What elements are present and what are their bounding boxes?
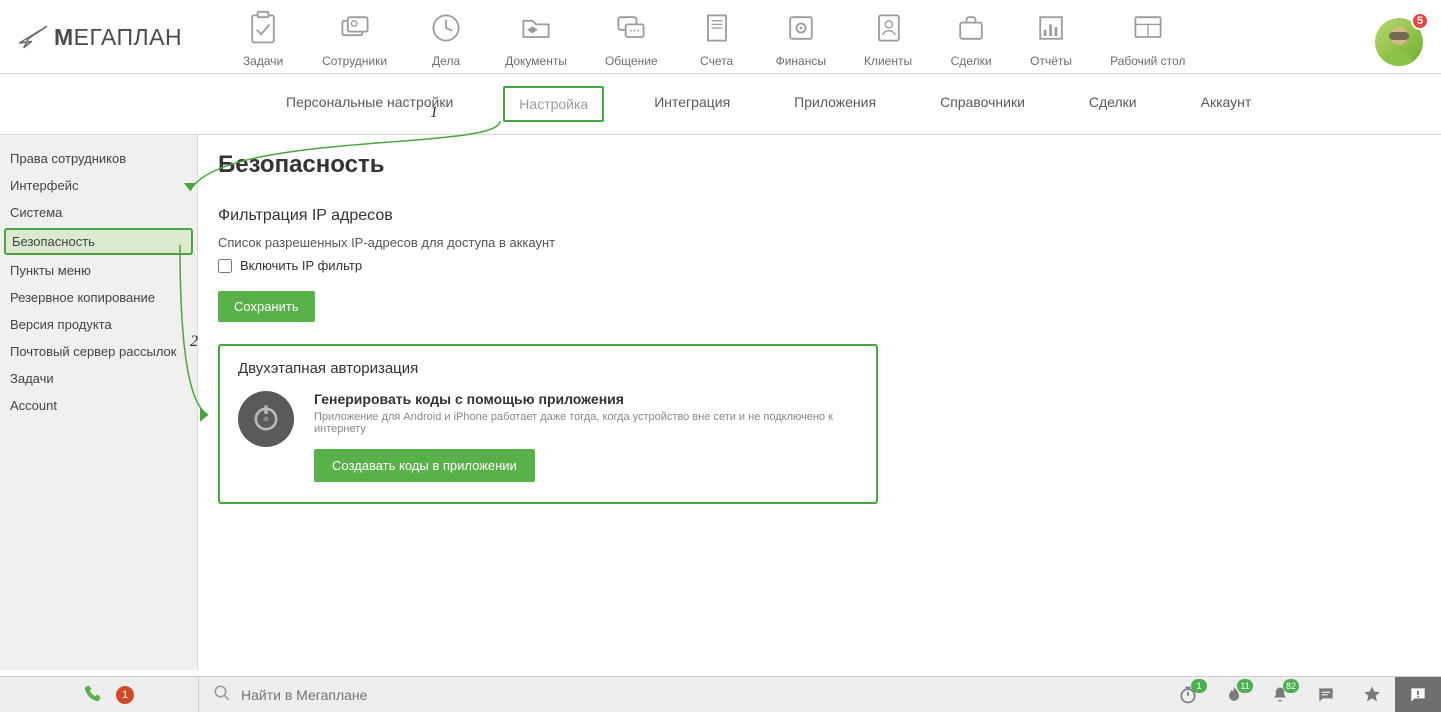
sidebar-item-mail[interactable]: Почтовый сервер рассылок bbox=[0, 338, 197, 365]
star-icon[interactable] bbox=[1349, 677, 1395, 712]
search-input[interactable] bbox=[241, 687, 1151, 703]
ip-filter-label: Включить IP фильтр bbox=[240, 258, 362, 273]
subnav-integration[interactable]: Интеграция bbox=[640, 86, 744, 122]
phone-icon[interactable] bbox=[84, 684, 102, 705]
dashboard-icon bbox=[1127, 8, 1169, 48]
nav-label: Отчёты bbox=[1030, 54, 1072, 68]
folder-icon bbox=[515, 8, 557, 48]
subnav-settings[interactable]: Настройка bbox=[503, 86, 604, 122]
id-cards-icon bbox=[334, 8, 376, 48]
bell-badge: 82 bbox=[1283, 679, 1299, 693]
subnav-apps[interactable]: Приложения bbox=[780, 86, 890, 122]
two-factor-box: Двухэтапная авторизация Генерировать код… bbox=[218, 344, 878, 504]
nav-clients[interactable]: Клиенты bbox=[864, 8, 912, 68]
bottom-right-icons: 1 11 82 bbox=[1165, 677, 1441, 712]
nav-tasks[interactable]: Задачи bbox=[242, 8, 284, 68]
nav-deals-clock[interactable]: Дела bbox=[425, 8, 467, 68]
receipt-icon bbox=[696, 8, 738, 48]
sidebar-item-menu[interactable]: Пункты меню bbox=[0, 257, 197, 284]
nav-label: Сотрудники bbox=[322, 54, 387, 68]
ip-filter-row[interactable]: Включить IP фильтр bbox=[218, 258, 1417, 273]
nav-invoices[interactable]: Счета bbox=[696, 8, 738, 68]
content-area: Безопасность Фильтрация IP адресов Списо… bbox=[198, 135, 1441, 670]
sidebar-item-permissions[interactable]: Права сотрудников bbox=[0, 145, 197, 172]
logo-icon bbox=[18, 22, 48, 52]
nav-label: Сделки bbox=[951, 54, 992, 68]
briefcase-icon bbox=[950, 8, 992, 48]
authenticator-icon bbox=[238, 391, 294, 447]
logo-text: МЕГАПЛАН bbox=[54, 24, 182, 51]
annotation-one: 1 bbox=[430, 104, 438, 122]
bar-chart-icon bbox=[1030, 8, 1072, 48]
logo[interactable]: МЕГАПЛАН bbox=[18, 22, 182, 52]
nav-label: Задачи bbox=[243, 54, 283, 68]
address-book-icon bbox=[867, 8, 909, 48]
body-area: Права сотрудников Интерфейс Система Безо… bbox=[0, 135, 1441, 670]
nav-finance[interactable]: Финансы bbox=[776, 8, 826, 68]
sidebar-item-system[interactable]: Система bbox=[0, 199, 197, 226]
nav-label: Финансы bbox=[776, 54, 826, 68]
nav-chat[interactable]: Общение bbox=[605, 8, 658, 68]
twofa-title: Двухэтапная авторизация bbox=[238, 360, 858, 377]
sub-nav: Персональные настройки Настройка Интегра… bbox=[0, 74, 1441, 135]
annotation-two: 2 bbox=[190, 333, 198, 351]
subnav-personal[interactable]: Персональные настройки bbox=[272, 86, 467, 122]
avatar-badge: 5 bbox=[1411, 12, 1429, 30]
timer-icon[interactable]: 1 bbox=[1165, 677, 1211, 712]
message-icon[interactable] bbox=[1303, 677, 1349, 712]
nav-reports[interactable]: Отчёты bbox=[1030, 8, 1072, 68]
clock-icon bbox=[425, 8, 467, 48]
nav-documents[interactable]: Документы bbox=[505, 8, 567, 68]
nav-label: Счета bbox=[700, 54, 733, 68]
twofa-desc: Приложение для Android и iPhone работает… bbox=[314, 411, 858, 435]
clipboard-check-icon bbox=[242, 8, 284, 48]
nav-label: Общение bbox=[605, 54, 658, 68]
bottom-bar: 1 1 11 82 bbox=[0, 676, 1441, 712]
nav-label: Клиенты bbox=[864, 54, 912, 68]
timer-badge: 1 bbox=[1191, 679, 1207, 693]
ip-section-desc: Список разрешенных IP-адресов для доступ… bbox=[218, 235, 1417, 250]
user-avatar[interactable]: 5 bbox=[1375, 18, 1423, 66]
subnav-directories[interactable]: Справочники bbox=[926, 86, 1039, 122]
sidebar-item-backup[interactable]: Резервное копирование bbox=[0, 284, 197, 311]
settings-sidebar: Права сотрудников Интерфейс Система Безо… bbox=[0, 135, 198, 670]
top-nav: МЕГАПЛАН Задачи Сотрудники Дела Документ… bbox=[0, 0, 1441, 74]
nav-label: Документы bbox=[505, 54, 567, 68]
nav-desktop[interactable]: Рабочий стол bbox=[1110, 8, 1185, 68]
subnav-deals[interactable]: Сделки bbox=[1075, 86, 1151, 122]
page-title: Безопасность bbox=[218, 151, 1417, 179]
nav-deals[interactable]: Сделки bbox=[950, 8, 992, 68]
safe-icon bbox=[780, 8, 822, 48]
ip-filter-checkbox[interactable] bbox=[218, 259, 232, 273]
ip-section-title: Фильтрация IP адресов bbox=[218, 207, 1417, 225]
feedback-icon[interactable] bbox=[1395, 677, 1441, 712]
save-button[interactable]: Сохранить bbox=[218, 291, 315, 322]
search-icon bbox=[213, 684, 231, 705]
sidebar-item-interface[interactable]: Интерфейс bbox=[0, 172, 197, 199]
global-search[interactable] bbox=[198, 677, 1165, 712]
nav-label: Рабочий стол bbox=[1110, 54, 1185, 68]
fire-badge: 11 bbox=[1237, 679, 1253, 693]
sidebar-item-version[interactable]: Версия продукта bbox=[0, 311, 197, 338]
subnav-account[interactable]: Аккаунт bbox=[1187, 86, 1266, 122]
twofa-heading: Генерировать коды с помощью приложения bbox=[314, 391, 858, 407]
bell-icon[interactable]: 82 bbox=[1257, 677, 1303, 712]
sidebar-item-security[interactable]: Безопасность bbox=[4, 228, 193, 255]
nav-employees[interactable]: Сотрудники bbox=[322, 8, 387, 68]
nav-label: Дела bbox=[432, 54, 460, 68]
top-nav-items: Задачи Сотрудники Дела Документы Общение… bbox=[242, 8, 1185, 68]
fire-icon[interactable]: 11 bbox=[1211, 677, 1257, 712]
phone-badge: 1 bbox=[116, 686, 134, 704]
sidebar-item-tasks[interactable]: Задачи bbox=[0, 365, 197, 392]
twofa-button[interactable]: Создавать коды в приложении bbox=[314, 449, 535, 482]
sidebar-item-account[interactable]: Account bbox=[0, 392, 197, 419]
chat-bubbles-icon bbox=[610, 8, 652, 48]
